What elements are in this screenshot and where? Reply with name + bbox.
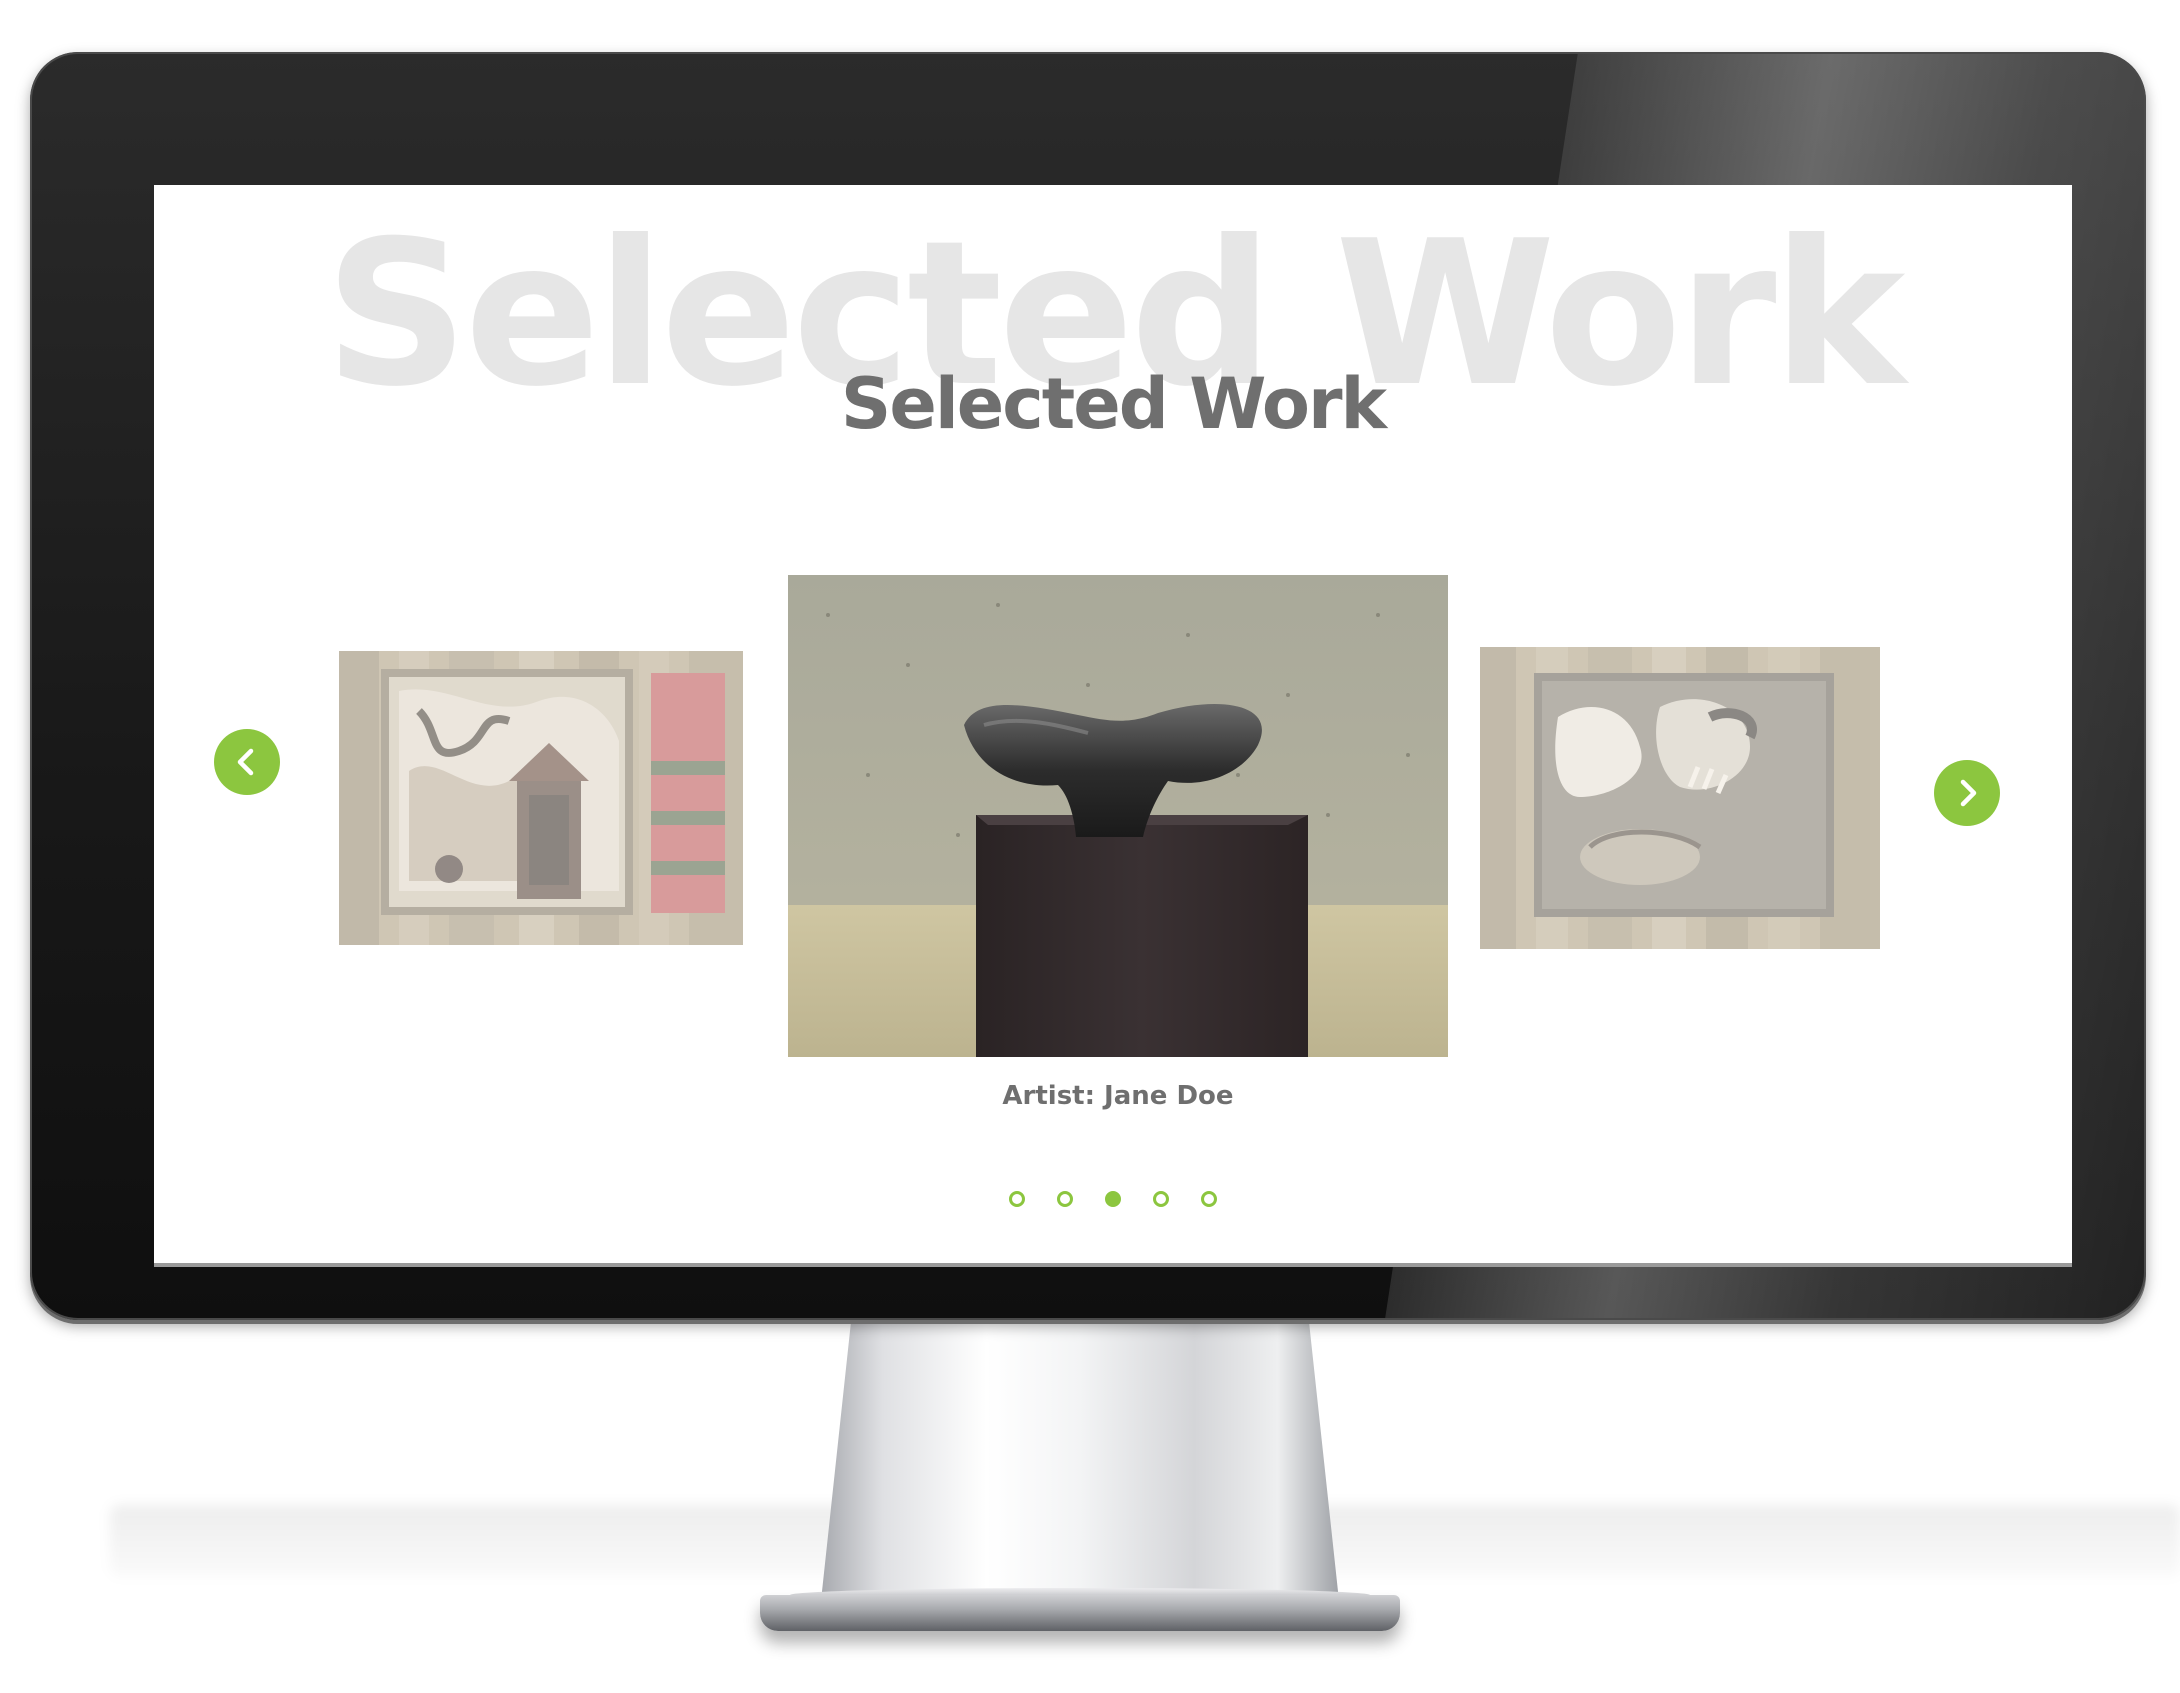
slide-left[interactable] — [339, 651, 743, 945]
chevron-left-icon — [237, 748, 254, 776]
artwork-image — [339, 651, 743, 945]
monitor-screen: Selected Work Selected Work Artist: Jane… — [154, 185, 2072, 1263]
pagination-dot-4[interactable] — [1153, 1191, 1169, 1207]
slide-caption: Artist: Jane Doe — [1002, 1081, 1234, 1111]
monitor-bezel: Selected Work Selected Work Artist: Jane… — [30, 52, 2146, 1320]
pagination-dot-5[interactable] — [1201, 1191, 1217, 1207]
artwork-image — [1480, 647, 1880, 949]
slide-center-active[interactable] — [788, 575, 1448, 1057]
chevron-right-icon — [1960, 779, 1977, 807]
monitor-mockup: Selected Work Selected Work Artist: Jane… — [0, 0, 2180, 1693]
slider-pagination — [154, 1191, 2072, 1207]
pagination-dot-2[interactable] — [1057, 1191, 1073, 1207]
monitor-stand-neck — [820, 1320, 1340, 1610]
slide-right[interactable] — [1480, 647, 1880, 949]
sculpture-image — [788, 575, 1448, 1057]
next-slide-button[interactable] — [1934, 760, 2000, 826]
monitor-stand-base — [760, 1595, 1400, 1631]
pagination-dot-3[interactable] — [1105, 1191, 1121, 1207]
previous-slide-button[interactable] — [214, 729, 280, 795]
pagination-dot-1[interactable] — [1009, 1191, 1025, 1207]
page-title: Selected Work — [840, 363, 1387, 445]
